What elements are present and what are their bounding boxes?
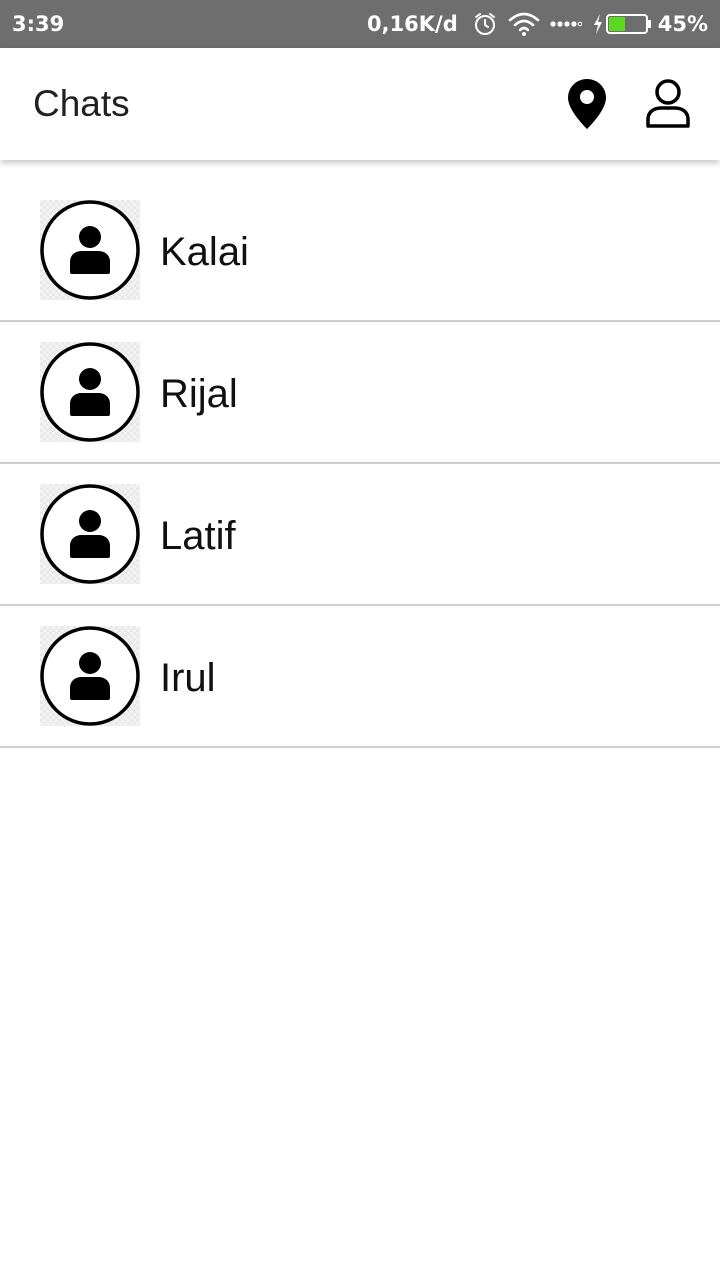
chat-item-kalai[interactable]: Kalai [0,180,720,322]
alarm-icon [472,11,498,37]
avatar [40,200,140,300]
user-avatar-icon [40,342,140,442]
app-bar: Chats [0,48,720,160]
location-button[interactable] [559,76,615,132]
chat-list: Kalai Rijal Latif Irul [0,180,720,748]
chat-item-irul[interactable]: Irul [0,606,720,748]
profile-button[interactable] [640,76,696,132]
chat-name: Irul [160,656,216,700]
profile-icon [646,79,690,128]
charging-icon [592,13,604,35]
battery-icon [605,13,652,35]
user-avatar-icon [40,626,140,726]
user-avatar-icon [40,200,140,300]
avatar [40,626,140,726]
wifi-icon [508,11,540,37]
battery-percent: 45% [657,12,708,36]
chat-name: Kalai [160,230,249,274]
chat-name: Rijal [160,372,238,416]
page-title: Chats [33,83,130,124]
location-pin-icon [568,79,606,129]
signal-icon [550,19,582,29]
avatar [40,342,140,442]
avatar [40,484,140,584]
chat-item-rijal[interactable]: Rijal [0,322,720,464]
chat-item-latif[interactable]: Latif [0,464,720,606]
status-time: 3:39 [12,12,65,36]
network-speed: 0,16K/d [366,12,458,36]
status-bar: 3:39 0,16K/d 45% [0,0,720,48]
user-avatar-icon [40,484,140,584]
chat-name: Latif [160,514,236,558]
status-right: 0,16K/d 45% [367,0,708,48]
